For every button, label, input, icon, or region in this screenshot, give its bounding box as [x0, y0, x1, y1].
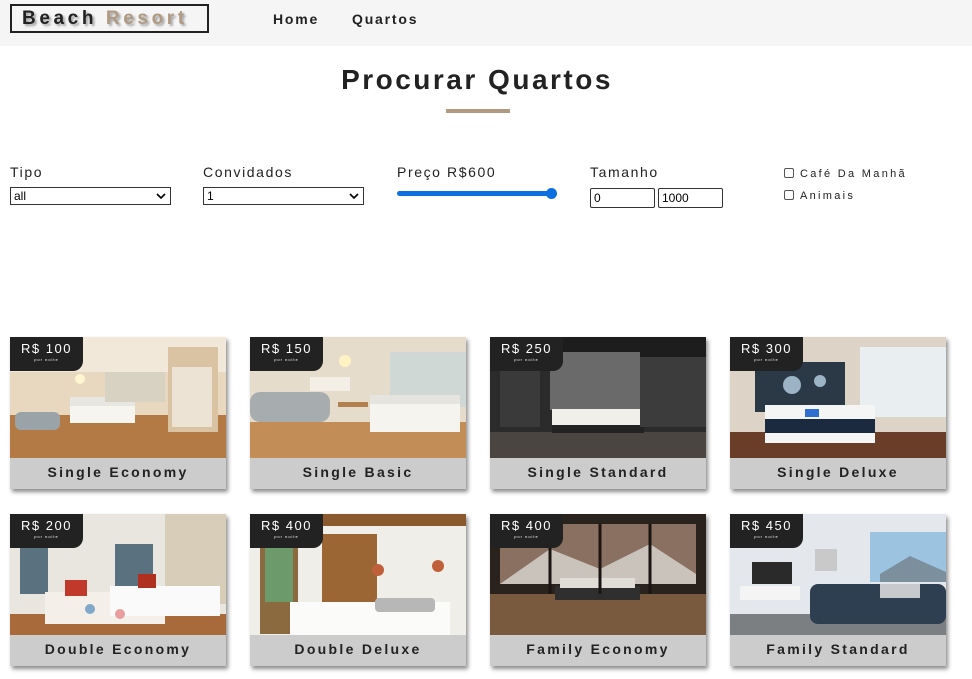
price-amount: R$ 100	[21, 341, 72, 356]
navbar: Beach Resort Home Quartos	[0, 0, 972, 46]
type-select-value: all	[14, 189, 27, 203]
room-card[interactable]: R$ 300 por noite Single Deluxe	[730, 337, 946, 489]
price-slider-track	[397, 191, 549, 196]
price-badge: R$ 400 por noite	[250, 514, 323, 548]
price-amount: R$ 300	[741, 341, 792, 356]
title-underline	[446, 109, 510, 113]
price-amount: R$ 450	[741, 518, 792, 533]
price-amount: R$ 200	[21, 518, 72, 533]
room-name: Single Economy	[10, 458, 226, 489]
price-amount: R$ 400	[261, 518, 312, 533]
price-per: por noite	[34, 357, 59, 362]
price-amount: R$ 400	[501, 518, 552, 533]
price-amount: R$ 250	[501, 341, 552, 356]
room-name: Family Economy	[490, 635, 706, 666]
price-badge: R$ 250 por noite	[490, 337, 563, 371]
room-card[interactable]: R$ 250 por noite Single Standard	[490, 337, 706, 489]
price-badge: R$ 400 por noite	[490, 514, 563, 548]
chevron-down-icon	[349, 193, 359, 200]
price-per: por noite	[754, 357, 779, 362]
room-card[interactable]: R$ 100 por noite Single Economy	[10, 337, 226, 489]
price-per: por noite	[754, 534, 779, 539]
price-badge: R$ 100 por noite	[10, 337, 83, 371]
room-card[interactable]: R$ 400 por noite Family Economy	[490, 514, 706, 666]
price-badge: R$ 300 por noite	[730, 337, 803, 371]
breakfast-checkbox[interactable]	[784, 168, 794, 178]
nav-link-home[interactable]: Home	[273, 11, 319, 27]
size-min-input[interactable]: 0	[590, 188, 655, 208]
price-amount: R$ 150	[261, 341, 312, 356]
size-max-input[interactable]: 1000	[658, 188, 723, 208]
room-name: Single Basic	[250, 458, 466, 489]
room-card[interactable]: R$ 450 por noite Family Standard	[730, 514, 946, 666]
room-name: Double Deluxe	[250, 635, 466, 666]
breakfast-label: Café Da Manhã	[800, 168, 907, 180]
price-badge: R$ 200 por noite	[10, 514, 83, 548]
size-filter-label: Tamanho	[590, 164, 659, 180]
price-badge: R$ 450 por noite	[730, 514, 803, 548]
price-per: por noite	[34, 534, 59, 539]
page-title: Procurar Quartos	[341, 64, 613, 95]
room-card[interactable]: R$ 150 por noite Single Basic	[250, 337, 466, 489]
room-card[interactable]: R$ 200 por noite Double Economy	[10, 514, 226, 666]
room-name: Single Deluxe	[730, 458, 946, 489]
logo-text-beach: Beach	[22, 8, 98, 29]
price-per: por noite	[274, 357, 299, 362]
type-select[interactable]: all	[10, 187, 171, 205]
chevron-down-icon	[156, 193, 166, 200]
room-card[interactable]: R$ 400 por noite Double Deluxe	[250, 514, 466, 666]
type-filter-label: Tipo	[10, 164, 44, 180]
pets-checkbox[interactable]	[784, 190, 794, 200]
pets-label: Animais	[800, 190, 856, 202]
logo[interactable]: Beach Resort	[10, 4, 209, 33]
guests-select[interactable]: 1	[203, 187, 364, 205]
nav-link-rooms[interactable]: Quartos	[352, 11, 418, 27]
logo-text-resort: Resort	[105, 8, 188, 29]
price-slider[interactable]	[397, 185, 558, 203]
price-per: por noite	[274, 534, 299, 539]
price-per: por noite	[514, 534, 539, 539]
guests-filter-label: Convidados	[203, 164, 293, 180]
price-per: por noite	[514, 357, 539, 362]
guests-select-value: 1	[207, 189, 214, 203]
price-badge: R$ 150 por noite	[250, 337, 323, 371]
room-name: Double Economy	[10, 635, 226, 666]
room-name: Single Standard	[490, 458, 706, 489]
price-slider-thumb[interactable]	[546, 188, 557, 199]
room-name: Family Standard	[730, 635, 946, 666]
price-filter-label: Preço R$600	[397, 164, 497, 180]
